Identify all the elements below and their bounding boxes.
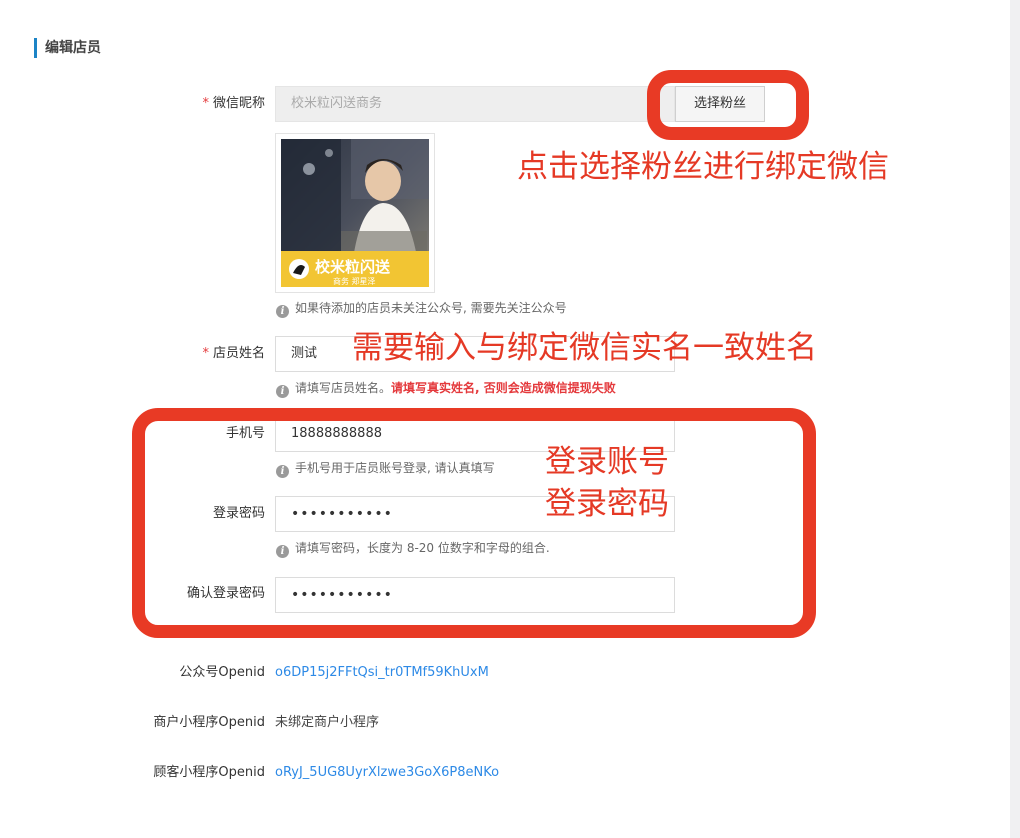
annotation-login-account: 登录账号 bbox=[545, 444, 669, 480]
login-fields-highlight bbox=[132, 408, 816, 638]
select-fans-highlight bbox=[647, 70, 809, 140]
required-mark: * bbox=[202, 346, 209, 361]
customer-openid-value: oRyJ_5UG8UyrXlzwe3GoX6P8eNKo bbox=[275, 765, 500, 780]
annotation-select-fans: 点击选择粉丝进行绑定微信 bbox=[517, 149, 889, 185]
annotation-real-name: 需要输入与绑定微信实名一致姓名 bbox=[352, 330, 817, 366]
avatar-image: 校米粒闪送 商务 郑星泽 bbox=[281, 139, 429, 287]
info-icon: i bbox=[276, 305, 289, 318]
wechat-nickname-input[interactable]: 校米粒闪送商务 bbox=[275, 86, 675, 122]
wechat-help: i 如果待添加的店员未关注公众号, 需要先关注公众号 bbox=[276, 300, 567, 318]
wechat-nickname-label: * 微信昵称 bbox=[202, 96, 265, 111]
public-openid-label: 公众号Openid bbox=[179, 665, 265, 680]
info-icon: i bbox=[276, 385, 289, 398]
avatar: 校米粒闪送 商务 郑星泽 bbox=[275, 133, 435, 293]
merchant-openid-label: 商户小程序Openid bbox=[153, 715, 265, 730]
public-openid-value: o6DP15j2FFtQsi_tr0TMf59KhUxM bbox=[275, 665, 489, 680]
staff-name-help: i 请填写店员姓名。请填写真实姓名, 否则会造成微信提现失败 bbox=[276, 380, 616, 398]
customer-openid-label: 顾客小程序Openid bbox=[153, 765, 265, 780]
annotation-login-password: 登录密码 bbox=[545, 486, 669, 522]
staff-name-label: * 店员姓名 bbox=[202, 346, 265, 361]
merchant-openid-value: 未绑定商户小程序 bbox=[275, 715, 380, 730]
required-mark: * bbox=[202, 96, 209, 111]
avatar-brand-text: 校米粒闪送 bbox=[315, 258, 391, 276]
staff-name-warning: 请填写真实姓名, 否则会造成微信提现失败 bbox=[391, 381, 616, 395]
avatar-sub-text: 商务 郑星泽 bbox=[333, 276, 376, 286]
section-title: 编辑店员 bbox=[34, 38, 101, 58]
